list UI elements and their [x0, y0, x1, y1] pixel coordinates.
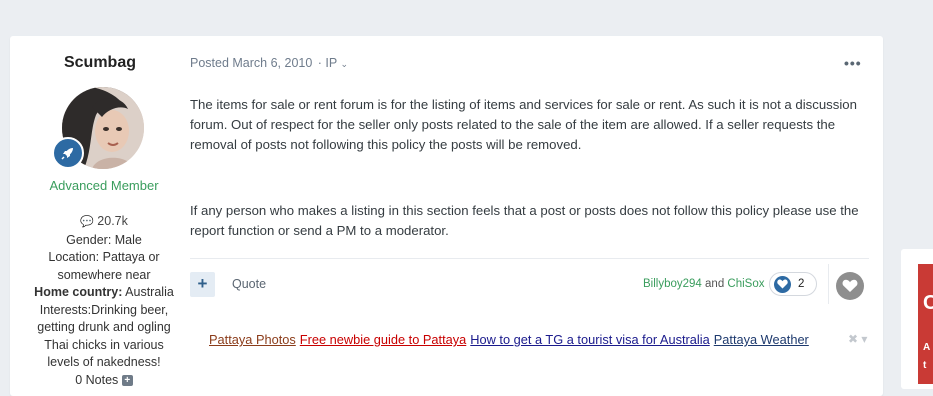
author-username[interactable]: Scumbag — [10, 54, 190, 72]
post-paragraph-2: If any person who makes a listing in thi… — [190, 203, 859, 238]
sidebar-promo-letter-3: t — [923, 360, 927, 371]
forum-post: Scumbag Advanced Member 💬 20.7k Gender: … — [10, 36, 883, 396]
author-interests-3: Thai chicks in various — [44, 337, 164, 352]
like-heart-icon — [774, 275, 791, 293]
heart-icon — [842, 279, 858, 292]
author-interests-4: levels of nakedness! — [47, 355, 161, 369]
react-heart-button[interactable] — [836, 272, 864, 300]
author-location-2: somewhere near — [57, 267, 151, 282]
post-content: The items for sale or rent forum is for … — [190, 95, 860, 241]
sig-link-tg-visa[interactable]: How to get a TG a tourist visa for Austr… — [470, 332, 709, 347]
author-interests-2: getting drunk and ogling — [37, 320, 171, 334]
ip-menu[interactable]: · IP ⌄ — [318, 56, 348, 70]
sidebar-promo[interactable]: C A t — [918, 264, 933, 384]
author-location-1: Location: Pattaya or — [48, 250, 160, 264]
reaction-count-pill[interactable]: 2 — [769, 272, 817, 296]
author-notes[interactable]: 0 Notes + — [24, 372, 184, 390]
reactor-link-2[interactable]: ChiSox — [727, 278, 764, 290]
posted-date[interactable]: Posted March 6, 2010 — [190, 56, 312, 70]
post-count: 💬 20.7k — [24, 213, 184, 232]
member-title: Advanced Member — [49, 178, 159, 193]
author-gender: Gender: Male — [66, 232, 142, 247]
post-count-value: 20.7k — [97, 214, 128, 228]
post-meta: Posted March 6, 2010 · IP ⌄ — [190, 56, 348, 70]
notes-label[interactable]: 0 Notes — [75, 373, 118, 387]
reaction-count: 2 — [798, 278, 805, 290]
more-options-icon[interactable]: ••• — [844, 55, 862, 71]
comment-icon: 💬 — [80, 216, 94, 228]
author-interests-1: Interests:Drinking beer, — [39, 302, 169, 317]
post-paragraph-1: The items for sale or rent forum is for … — [190, 97, 857, 152]
ip-label[interactable]: · IP — [318, 56, 337, 70]
author-avatar[interactable] — [52, 87, 144, 169]
reaction-separator — [828, 264, 829, 304]
content-divider — [190, 258, 869, 259]
add-note-icon[interactable]: + — [121, 374, 133, 386]
sig-link-pattaya-photos[interactable]: Pattaya Photos — [209, 332, 296, 347]
quote-button[interactable]: Quote — [232, 277, 266, 291]
author-home-country: Home country: Australia — [24, 284, 184, 302]
signature-close-icon[interactable]: ✖ ▾ — [848, 332, 867, 346]
reaction-users: Billyboy294 and ChiSox — [643, 278, 765, 290]
author-stats: 💬 20.7k Gender: Male Location: Pattaya o… — [24, 213, 184, 389]
sidebar-promo-letter-1: C — [923, 292, 933, 314]
home-country-value: Australia — [125, 285, 174, 299]
reactor-link-1[interactable]: Billyboy294 — [643, 278, 702, 290]
signature: Pattaya Photos Free newbie guide to Patta… — [209, 332, 813, 347]
sig-link-pattaya-weather[interactable]: Pattaya Weather — [714, 332, 809, 347]
sig-link-newbie-guide[interactable]: Free newbie guide to Pattaya — [300, 332, 466, 347]
multiquote-add-button[interactable]: + — [190, 272, 215, 297]
rank-rocket-icon — [52, 137, 84, 169]
sidebar-promo-letter-2: A — [923, 342, 931, 353]
chevron-down-icon: ⌄ — [340, 59, 349, 69]
home-country-label: Home country: — [34, 285, 123, 299]
reactor-and: and — [705, 278, 725, 290]
